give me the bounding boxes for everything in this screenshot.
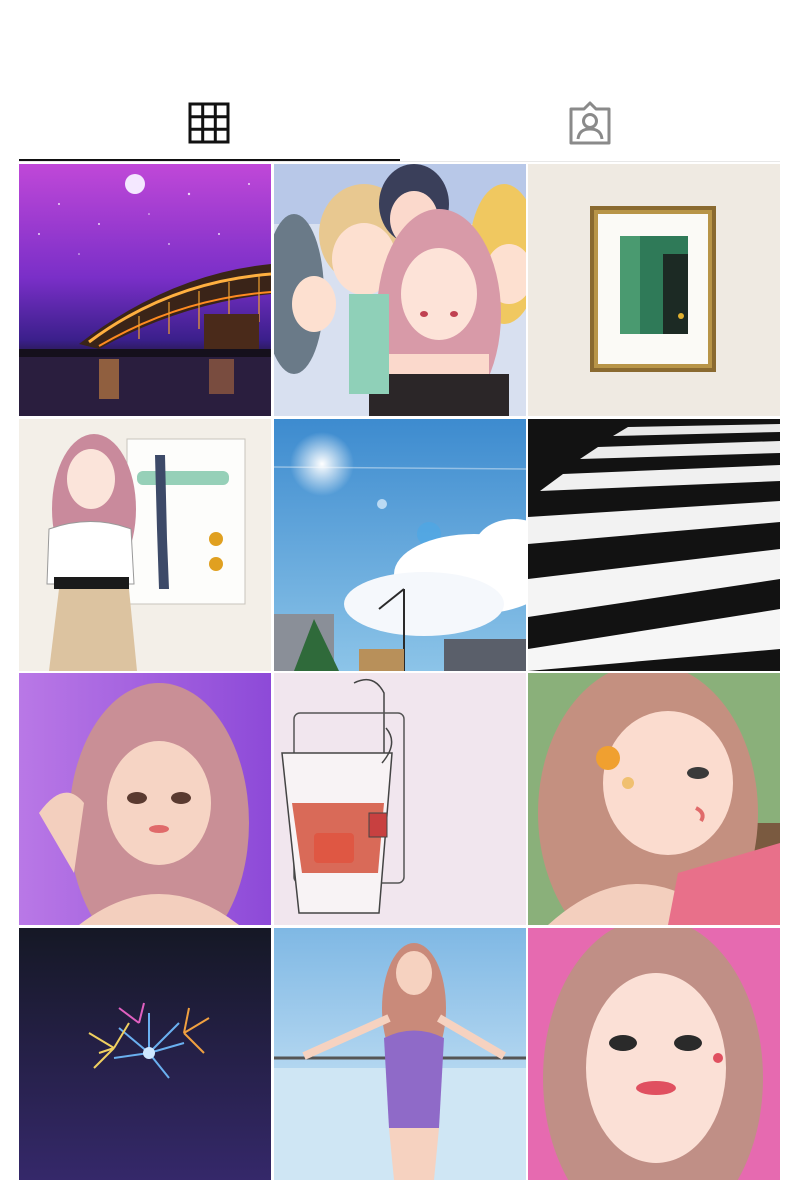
post-thumbnail-group-of-girls[interactable] xyxy=(273,164,526,416)
fireworks-night-illustration xyxy=(19,927,271,1180)
girl-beside-artwork-illustration xyxy=(19,418,271,671)
post-thumbnail-girl-with-artwork[interactable] xyxy=(19,418,271,671)
tab-posts-grid[interactable] xyxy=(19,88,400,162)
post-thumbnail-iced-drink[interactable] xyxy=(273,673,526,925)
girl-close-up-pink-illustration xyxy=(528,927,780,1180)
grid-icon xyxy=(188,102,230,149)
night-bridge-illustration xyxy=(19,164,271,416)
post-thumbnail-fireworks[interactable] xyxy=(19,927,271,1180)
girl-purple-background-illustration xyxy=(19,673,271,925)
blue-sky-clouds-illustration xyxy=(273,418,526,671)
iced-drink-glass-illustration xyxy=(273,673,526,925)
profile-tabs xyxy=(19,88,780,162)
post-thumbnail-sky-clouds[interactable] xyxy=(273,418,526,671)
girl-profile-earring-illustration xyxy=(528,673,780,925)
post-thumbnail-girl-profile[interactable] xyxy=(528,673,780,925)
post-thumbnail-crosswalk[interactable] xyxy=(528,418,780,671)
post-thumbnail-girl-swimsuit[interactable] xyxy=(273,927,526,1180)
girl-swimsuit-sky-illustration xyxy=(273,927,526,1180)
post-thumbnail-night-bridge[interactable] xyxy=(19,164,271,416)
tab-divider xyxy=(19,161,780,162)
post-thumbnail-framed-painting[interactable] xyxy=(528,164,780,416)
tab-tagged[interactable] xyxy=(400,88,781,162)
post-thumbnail-girl-closeup[interactable] xyxy=(528,927,780,1180)
group-of-girls-illustration xyxy=(273,164,526,416)
framed-green-painting xyxy=(528,164,780,416)
post-thumbnail-girl-purple[interactable] xyxy=(19,673,271,925)
tagged-person-icon xyxy=(567,100,613,151)
crosswalk-stripes-illustration xyxy=(528,418,780,671)
posts-grid xyxy=(19,164,780,1180)
